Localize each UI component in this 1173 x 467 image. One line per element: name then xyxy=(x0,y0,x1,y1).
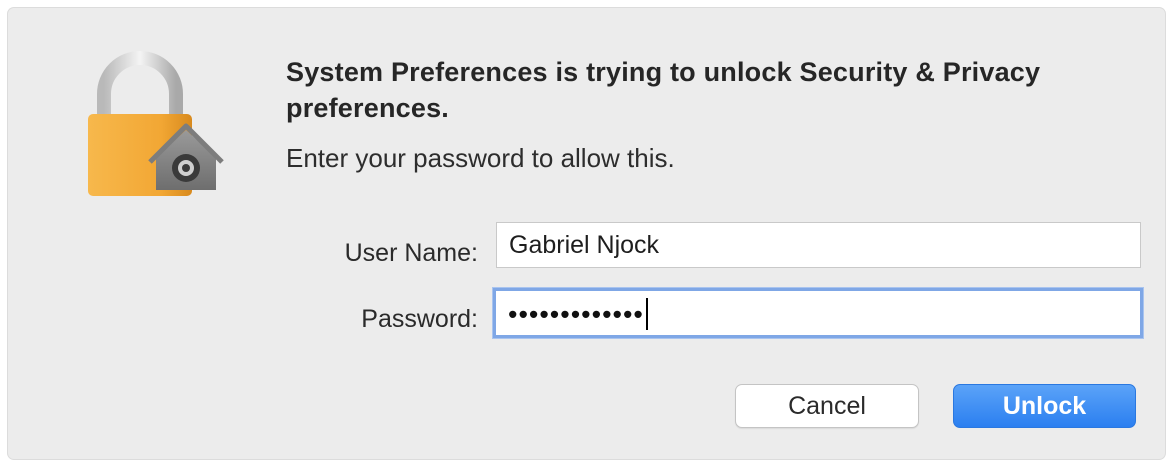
cancel-button[interactable]: Cancel xyxy=(735,384,919,428)
lock-with-gear-icon xyxy=(88,51,224,196)
dialog-title: System Preferences is trying to unlock S… xyxy=(286,57,1041,123)
text-cursor xyxy=(645,298,648,331)
username-label: User Name: xyxy=(344,239,478,267)
password-field[interactable]: ••••••••••••• xyxy=(493,288,1143,338)
username-value: Gabriel Njock xyxy=(509,231,660,259)
password-masked-value: ••••••••••••• xyxy=(508,299,644,330)
unlock-button[interactable]: Unlock xyxy=(953,384,1136,428)
auth-dialog: System Preferences is trying to unlock S… xyxy=(8,8,1165,459)
password-label: Password: xyxy=(361,305,478,333)
username-field[interactable]: Gabriel Njock xyxy=(496,222,1141,268)
dialog-subtitle: Enter your password to allow this. xyxy=(286,143,675,173)
